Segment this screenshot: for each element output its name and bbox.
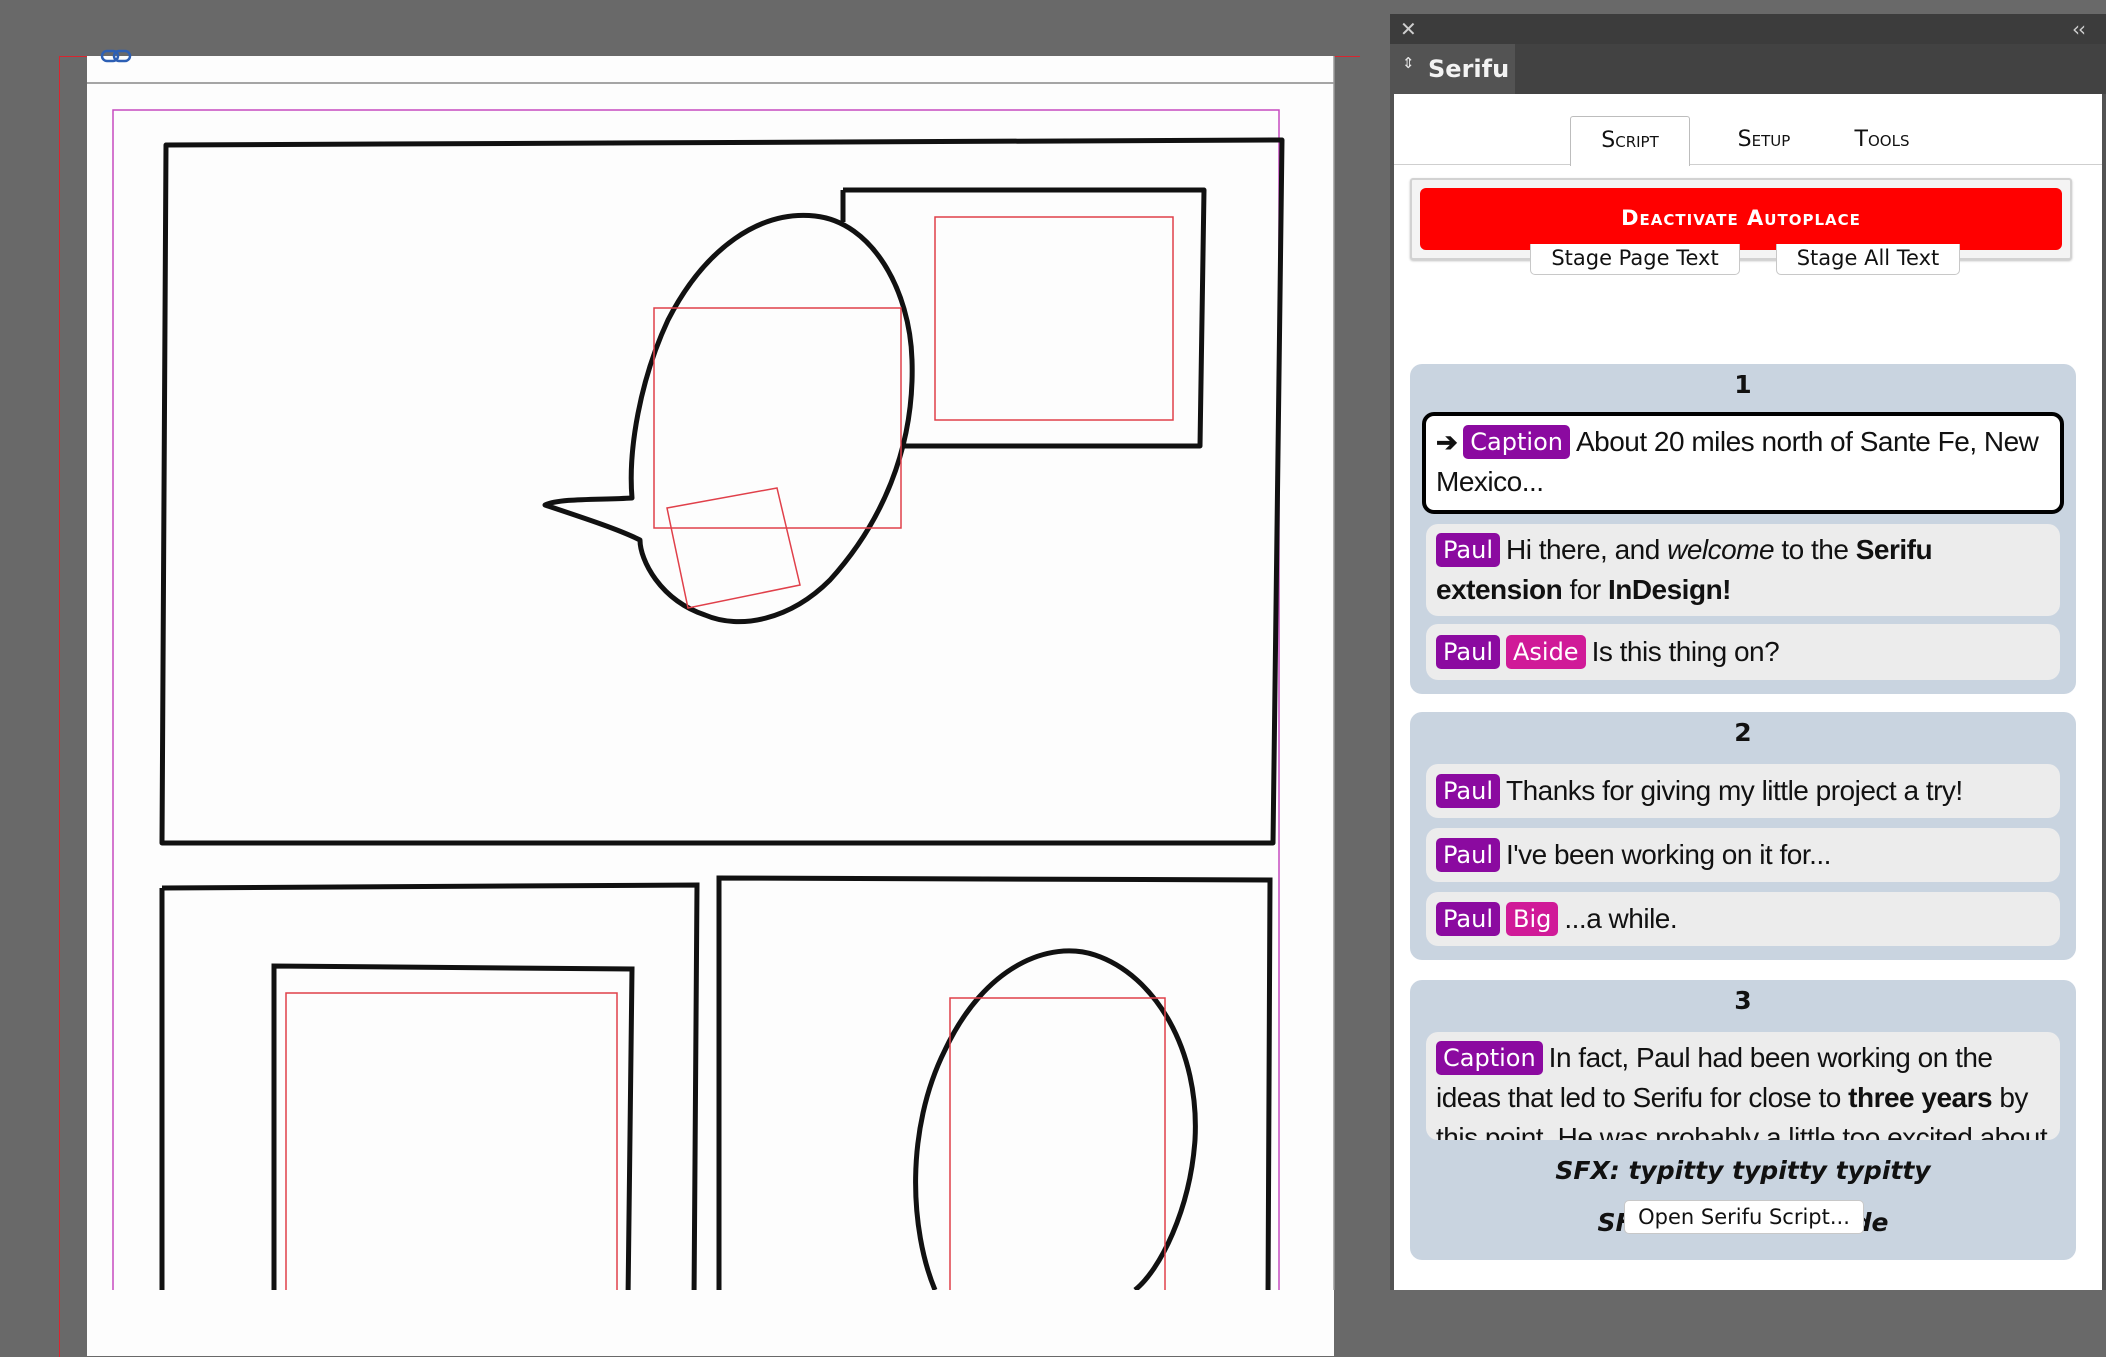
script-line[interactable]: Paul Big ...a while. — [1426, 892, 2060, 946]
line-text: for — [1562, 574, 1608, 605]
page-group-2: 2 Paul Thanks for giving my little projec… — [1410, 712, 2076, 960]
panel-title: Serifu — [1428, 55, 1510, 83]
stage-all-text-button[interactable]: Stage All Text — [1776, 244, 1960, 275]
panel-titlebar: ✕ ‹‹ — [1390, 14, 2106, 44]
character-tag: Caption — [1436, 1041, 1543, 1075]
character-tag: Paul — [1436, 774, 1500, 808]
style-tag: Aside — [1505, 635, 1586, 669]
script-line[interactable]: Paul Thanks for giving my little project … — [1426, 764, 2060, 818]
autoplace-frame: Deactivate Autoplace — [1410, 178, 2072, 260]
serifu-panel: ✕ ‹‹ ⇕ Serifu Script Setup Tools Deactiv… — [1390, 14, 2106, 1290]
line-text: I've been working on it for... — [1505, 839, 1831, 870]
text-frame-rotated — [666, 487, 801, 609]
deactivate-autoplace-button[interactable]: Deactivate Autoplace — [1420, 188, 2062, 250]
panel-tab-serifu[interactable]: ⇕ Serifu — [1390, 44, 1515, 94]
character-tag: Paul — [1436, 533, 1500, 567]
speech-balloon — [542, 212, 915, 625]
group-number: 1 — [1734, 370, 1752, 399]
line-text: Hi there, and — [1505, 534, 1668, 565]
character-tag: Caption — [1463, 425, 1570, 459]
line-text: Thanks for giving my little project a tr… — [1505, 775, 1963, 806]
panel-body: Script Setup Tools Deactivate Autoplace … — [1394, 94, 2102, 1290]
tab-script[interactable]: Script — [1570, 116, 1690, 166]
document-canvas[interactable] — [0, 0, 1380, 1357]
caption-box — [843, 187, 1207, 449]
collapse-icon[interactable]: ‹‹ — [2072, 16, 2086, 42]
open-serifu-script-button[interactable]: Open Serifu Script... — [1624, 1200, 1864, 1234]
script-line[interactable]: Caption In fact, Paul had been working on… — [1426, 1032, 2060, 1140]
line-text: ...a while. — [1564, 903, 1678, 934]
script-line[interactable]: Paul Aside Is this thing on? — [1426, 624, 2060, 680]
line-text-bold: three years — [1848, 1082, 1993, 1113]
script-line[interactable]: Paul Hi there, and welcome to the Serifu … — [1426, 524, 2060, 616]
group-number: 3 — [1734, 986, 1752, 1015]
tab-tools[interactable]: Tools — [1832, 116, 1932, 164]
text-frame-balloon — [653, 307, 902, 529]
panel-inset-box — [271, 963, 635, 1290]
line-text-bold: InDesign! — [1607, 574, 1732, 605]
panel-border-3 — [716, 875, 1273, 1290]
speech-balloon-2 — [913, 948, 1198, 1290]
text-frame-caption — [934, 216, 1174, 421]
style-tag: Big — [1505, 902, 1559, 936]
sfx-line[interactable]: SFX: typitty typitty typitty — [1410, 1156, 2076, 1185]
stage-page-text-button[interactable]: Stage Page Text — [1530, 244, 1740, 275]
script-line-current[interactable]: ➔ Caption About 20 miles north of Sante Fe… — [1422, 412, 2064, 514]
page-group-1: 1 ➔ Caption About 20 miles north of Sante … — [1410, 364, 2076, 694]
text-frame-inset — [285, 992, 618, 1290]
tab-setup[interactable]: Setup — [1714, 116, 1814, 164]
reorder-icon: ⇕ — [1402, 54, 1415, 72]
panel-header-bar — [1515, 44, 2106, 94]
group-number: 2 — [1734, 718, 1752, 747]
text-frame-balloon-2 — [949, 997, 1166, 1290]
tab-bar: Script Setup Tools — [1394, 94, 2102, 166]
script-line[interactable]: Paul I've been working on it for... — [1426, 828, 2060, 882]
line-text: to the — [1774, 534, 1856, 565]
arrow-right-icon: ➔ — [1436, 427, 1458, 457]
line-text: Is this thing on? — [1591, 636, 1780, 667]
character-tag: Paul — [1436, 838, 1500, 872]
line-text-italic: welcome — [1667, 534, 1775, 565]
close-icon[interactable]: ✕ — [1400, 16, 1417, 42]
character-tag: Paul — [1436, 902, 1500, 936]
character-tag: Paul — [1436, 635, 1500, 669]
page-artwork — [87, 56, 1335, 1290]
